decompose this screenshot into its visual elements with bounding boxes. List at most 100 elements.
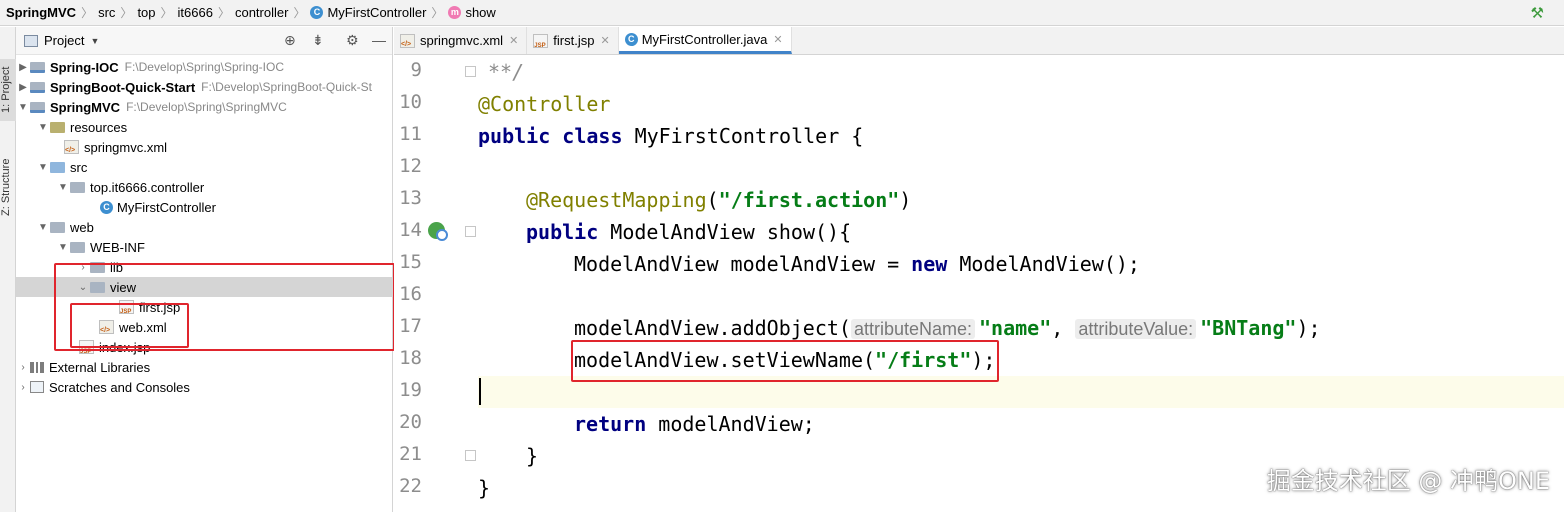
tree-item-label: web [70, 219, 94, 235]
breadcrumb-class-label: MyFirstController [327, 5, 427, 20]
chevron-down-icon[interactable]: ▼ [36, 222, 50, 233]
line-number: 22 [399, 475, 422, 497]
project-view-selector[interactable]: Project [44, 33, 84, 48]
close-icon[interactable]: ✕ [509, 34, 518, 47]
hide-panel-icon[interactable]: — [372, 32, 386, 48]
fold-marker-icon[interactable] [465, 450, 476, 461]
tree-item-first-jsp[interactable]: JSP first.jsp [16, 297, 392, 317]
folder-icon [50, 221, 65, 233]
project-tool-tab[interactable]: 1: Project [0, 59, 16, 121]
structure-tool-tab[interactable]: Z: Structure [0, 147, 16, 227]
code-editor[interactable]: 9 10 11 12 13 14 15 16 17 18 19 20 21 22… [394, 56, 1564, 512]
chevron-right-icon[interactable]: › [16, 362, 30, 373]
tree-item-spring-ioc[interactable]: ▶ Spring-IOC F:\Develop\Spring\Spring-IO… [16, 57, 392, 77]
tree-item-springboot-quick-start[interactable]: ▶ SpringBoot-Quick-Start F:\Develop\Spri… [16, 77, 392, 97]
fold-marker-icon[interactable] [465, 66, 476, 77]
tree-item-springmvc-xml[interactable]: </> springmvc.xml [16, 137, 392, 157]
tree-item-label: view [110, 279, 137, 295]
code-token: } [526, 444, 539, 468]
chevron-down-icon[interactable]: ▼ [56, 182, 70, 193]
tree-item-path: F:\Develop\Spring\SpringMVC [126, 100, 287, 114]
class-icon: C [624, 32, 638, 46]
breadcrumb-controller[interactable]: controller [235, 5, 288, 20]
tree-item-label: lib [110, 259, 124, 275]
chevron-right-icon[interactable]: › [76, 262, 90, 273]
chevron-right-icon[interactable]: ▶ [16, 82, 30, 93]
scratch-icon [30, 381, 44, 393]
code-token: ) [899, 188, 912, 212]
breadcrumb-method[interactable]: m show [448, 5, 496, 20]
build-hammer-icon[interactable]: ⚒ [1531, 4, 1544, 22]
keyword-token: public [478, 124, 551, 148]
breadcrumb-method-label: show [465, 5, 496, 20]
chevron-right-icon[interactable]: ▶ [16, 62, 30, 73]
tree-item-external-libraries[interactable]: › External Libraries [16, 357, 392, 377]
chevron-right-icon[interactable]: › [16, 382, 30, 393]
breadcrumb-project[interactable]: SpringMVC [6, 5, 76, 20]
navigation-bar: SpringMVC 〉 src 〉 top 〉 it6666 〉 control… [0, 0, 1564, 26]
breadcrumb-src[interactable]: src [98, 5, 115, 20]
chevron-down-icon[interactable]: ▼ [56, 242, 70, 253]
tree-item-myfirstcontroller[interactable]: C MyFirstController [16, 197, 392, 217]
code-line-17: modelAndView.addObject(attributeName: "na… [574, 312, 1321, 344]
code-token: ModelAndView modelAndView = [574, 252, 912, 276]
code-token: MyFirstController { [634, 124, 864, 148]
tree-item-label: WEB-INF [90, 239, 145, 255]
tree-item-web[interactable]: ▼ web [16, 217, 392, 237]
tree-item-label: External Libraries [49, 359, 151, 375]
keyword-token: class [562, 124, 623, 148]
tree-item-label: MyFirstController [117, 199, 216, 215]
tool-window-strip: 1: Project Z: Structure [0, 27, 16, 512]
class-icon: C [100, 200, 113, 214]
tree-item-springmvc[interactable]: ▼ SpringMVC F:\Develop\Spring\SpringMVC [16, 97, 392, 117]
parameter-hint: attributeName: [850, 319, 976, 339]
string-token: "/first.action" [718, 188, 900, 212]
tree-item-label: springmvc.xml [84, 139, 168, 155]
tree-item-label: resources [70, 119, 128, 135]
code-token: modelAndView; [658, 412, 815, 436]
tree-item-view[interactable]: ⌄ view [16, 277, 392, 297]
tree-item-package[interactable]: ▼ top.it6666.controller [16, 177, 392, 197]
class-icon: C [310, 6, 324, 19]
tab-springmvc-xml[interactable]: </> springmvc.xml ✕ [394, 27, 528, 54]
tree-item-label: web.xml [119, 319, 167, 335]
tree-item-label: src [70, 159, 88, 175]
locate-target-icon[interactable]: ⊕ [284, 32, 296, 49]
tree-item-scratches[interactable]: › Scratches and Consoles [16, 377, 392, 397]
tree-item-web-xml[interactable]: </> web.xml [16, 317, 392, 337]
code-line-14: public ModelAndView show(){ [526, 216, 851, 248]
tab-myfirstcontroller-java[interactable]: C MyFirstController.java ✕ [618, 27, 792, 54]
run-method-icon[interactable] [428, 222, 448, 241]
code-line-15: ModelAndView modelAndView = new ModelAnd… [574, 248, 1140, 280]
tree-item-label: SpringMVC [50, 99, 121, 115]
breadcrumb-top[interactable]: top [137, 5, 155, 20]
breadcrumb-class[interactable]: C MyFirstController [310, 5, 426, 20]
tree-item-src[interactable]: ▼ src [16, 157, 392, 177]
tree-item-path: F:\Develop\Spring\Spring-IOC [124, 60, 285, 74]
chevron-down-icon[interactable]: ▼ [36, 162, 50, 173]
chevron-down-icon[interactable]: ⌄ [76, 282, 90, 293]
tree-item-label: Spring-IOC [50, 59, 119, 75]
chevron-down-icon[interactable]: ▼ [36, 122, 50, 133]
line-number: 19 [399, 379, 422, 401]
method-icon: m [448, 6, 462, 19]
line-number: 12 [399, 155, 422, 177]
tree-item-index-jsp[interactable]: JSP index.jsp [16, 337, 392, 357]
close-icon[interactable]: ✕ [600, 34, 609, 47]
tree-item-resources[interactable]: ▼ resources [16, 117, 392, 137]
breadcrumb-it6666[interactable]: it6666 [178, 5, 213, 20]
tab-label: first.jsp [553, 33, 595, 48]
gear-icon[interactable]: ⚙ [346, 32, 359, 49]
xml-file-icon: </> [64, 140, 79, 154]
fold-marker-icon[interactable] [465, 226, 476, 237]
editor-tab-bar: </> springmvc.xml ✕ JSP first.jsp ✕ C My… [394, 27, 1564, 55]
text-caret [479, 378, 481, 405]
collapse-all-icon[interactable]: ⇟ [312, 32, 324, 49]
tree-item-lib[interactable]: › lib [16, 257, 392, 277]
chevron-down-icon[interactable]: ▼ [16, 102, 30, 113]
tab-first-jsp[interactable]: JSP first.jsp ✕ [527, 27, 619, 54]
code-line-20: return modelAndView; [574, 408, 815, 440]
close-icon[interactable]: ✕ [773, 33, 782, 46]
chevron-down-icon[interactable]: ▼ [90, 36, 99, 46]
tree-item-web-inf[interactable]: ▼ WEB-INF [16, 237, 392, 257]
